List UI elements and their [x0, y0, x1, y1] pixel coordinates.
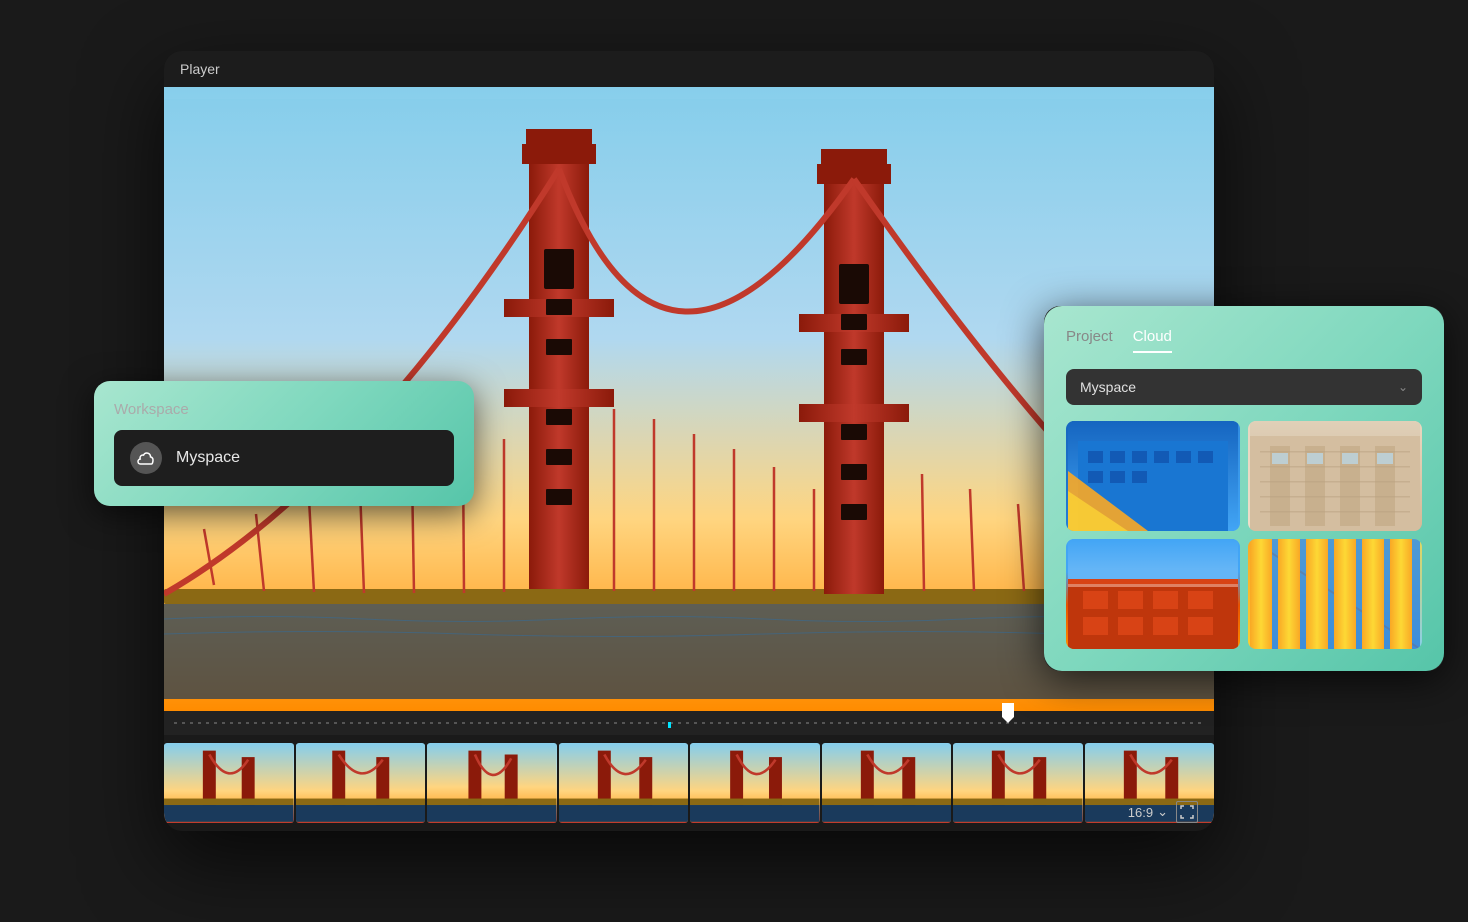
- cloud-thumbnails: [1066, 421, 1422, 649]
- workspace-myspace-label: Myspace: [176, 449, 240, 467]
- timeline-playhead-dot: [668, 722, 671, 728]
- cloud-panel-tabs: Project Cloud: [1066, 328, 1422, 353]
- aspect-ratio-label: 16:9: [1128, 805, 1153, 820]
- workspace-label: Workspace: [114, 401, 454, 418]
- cloud-thumbnail-4[interactable]: [1248, 539, 1422, 649]
- cloud-thumbnail-3[interactable]: [1066, 539, 1240, 649]
- workspace-popup: Workspace Myspace: [94, 381, 474, 506]
- player-title: Player: [180, 61, 220, 77]
- chevron-down-icon: ⌄: [1398, 380, 1408, 394]
- timeline-dots: [174, 722, 1204, 724]
- fullscreen-button[interactable]: [1176, 801, 1198, 823]
- timeline-marker: [1002, 703, 1014, 723]
- filmstrip-frame: [953, 743, 1083, 823]
- timeline-scrubber[interactable]: [164, 711, 1214, 735]
- tab-cloud[interactable]: Cloud: [1133, 328, 1172, 353]
- cloud-dropdown[interactable]: Myspace ⌄: [1066, 369, 1422, 405]
- scene-container: Player: [84, 31, 1384, 891]
- tab-project[interactable]: Project: [1066, 328, 1113, 353]
- filmstrip-frame: [427, 743, 557, 823]
- filmstrip-frame: [164, 743, 294, 823]
- filmstrip-frame: [296, 743, 426, 823]
- player-title-bar: Player: [164, 51, 1214, 87]
- filmstrip-frame: [690, 743, 820, 823]
- filmstrip-frames: [164, 743, 1214, 823]
- player-controls: 16:9 ⌄: [1128, 801, 1198, 823]
- cloud-panel: Project Cloud Myspace ⌄: [1044, 306, 1444, 671]
- filmstrip-frame: [559, 743, 689, 823]
- aspect-ratio-chevron: ⌄: [1157, 804, 1168, 820]
- workspace-item[interactable]: Myspace: [114, 430, 454, 486]
- filmstrip-frame: [822, 743, 952, 823]
- timeline-area: [164, 711, 1214, 831]
- timeline-filmstrip[interactable]: [164, 735, 1214, 831]
- cloud-thumbnail-1[interactable]: [1066, 421, 1240, 531]
- aspect-ratio-button[interactable]: 16:9 ⌄: [1128, 804, 1168, 820]
- cloud-icon: [130, 442, 162, 474]
- cloud-thumbnail-2[interactable]: [1248, 421, 1422, 531]
- cloud-dropdown-value: Myspace: [1080, 379, 1136, 395]
